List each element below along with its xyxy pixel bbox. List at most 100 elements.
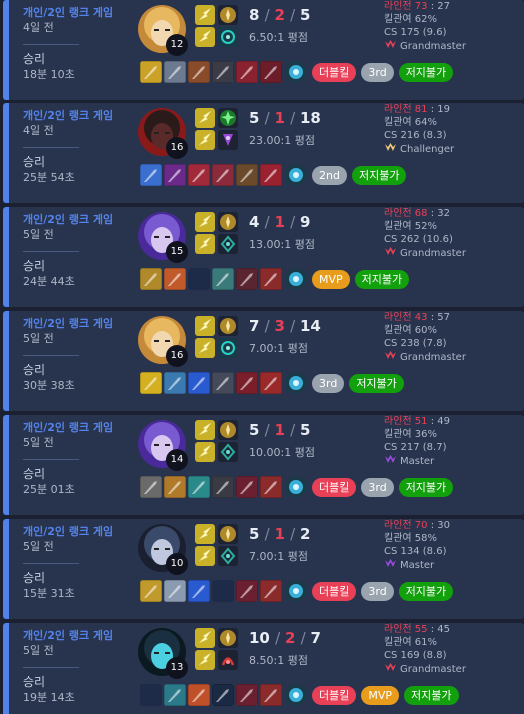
item-slot[interactable]: [260, 61, 282, 83]
average-tier: Master: [384, 558, 450, 573]
match-card[interactable]: 개인/2인 랭크 게임 5일 전 승리 25분 01초 14 5 / 1 / 5…: [3, 415, 524, 515]
item-slot[interactable]: [212, 61, 234, 83]
match-stats: 라인전 73 : 27 킬관여 62% CS 175 (9.6) Grandma…: [384, 0, 466, 54]
flash-spell-icon[interactable]: [195, 5, 215, 25]
ward-icon[interactable]: [285, 61, 307, 83]
primary-rune-icon[interactable]: [218, 108, 238, 128]
item-slot[interactable]: [260, 268, 282, 290]
item-slot[interactable]: [260, 684, 282, 706]
ward-icon[interactable]: [285, 684, 307, 706]
item-slot[interactable]: [212, 164, 234, 186]
item-slot[interactable]: [260, 580, 282, 602]
secondary-rune-icon[interactable]: [218, 546, 238, 566]
secondary-spell-icon[interactable]: [195, 234, 215, 254]
placement-badge: 2nd: [312, 165, 347, 185]
ward-icon[interactable]: [285, 268, 307, 290]
flash-spell-icon[interactable]: [195, 108, 215, 128]
item-slot[interactable]: [140, 372, 162, 394]
item-slot[interactable]: [188, 684, 210, 706]
ward-icon[interactable]: [285, 476, 307, 498]
match-card[interactable]: 개인/2인 랭크 게임 5일 전 승리 30분 38초 16 7 / 3 / 1…: [3, 311, 524, 411]
item-slot[interactable]: [164, 580, 186, 602]
secondary-spell-icon[interactable]: [195, 338, 215, 358]
match-card[interactable]: 개인/2인 랭크 게임 5일 전 승리 19분 14초 13 10 / 2 / …: [3, 623, 524, 714]
average-tier: Grandmaster: [384, 39, 466, 54]
item-slot[interactable]: [188, 580, 210, 602]
item-slot[interactable]: [188, 164, 210, 186]
double-kill-badge: 더블킬: [312, 62, 357, 82]
item-slot[interactable]: [188, 476, 210, 498]
item-slot[interactable]: [212, 372, 234, 394]
ward-icon[interactable]: [285, 164, 307, 186]
item-slot[interactable]: [188, 372, 210, 394]
item-slot[interactable]: [164, 476, 186, 498]
flash-spell-icon[interactable]: [195, 628, 215, 648]
match-card[interactable]: 개인/2인 랭크 게임 4일 전 승리 25분 54초 16 5 / 1 / 1…: [3, 103, 524, 203]
secondary-rune-icon[interactable]: [218, 442, 238, 462]
deaths: 1: [274, 421, 285, 439]
match-card[interactable]: 개인/2인 랭크 게임 4일 전 승리 18분 10초 12 8 / 2 / 5…: [3, 0, 524, 100]
item-slot[interactable]: [188, 268, 210, 290]
ward-icon[interactable]: [285, 372, 307, 394]
primary-rune-icon[interactable]: [218, 524, 238, 544]
item-slot[interactable]: [212, 476, 234, 498]
item-slot[interactable]: [140, 580, 162, 602]
secondary-spell-icon[interactable]: [195, 546, 215, 566]
primary-rune-icon[interactable]: [218, 5, 238, 25]
item-slot[interactable]: [236, 268, 258, 290]
primary-rune-icon[interactable]: [218, 212, 238, 232]
flash-spell-icon[interactable]: [195, 212, 215, 232]
match-result: 승리: [23, 52, 46, 66]
item-slot[interactable]: [260, 372, 282, 394]
item-slot[interactable]: [236, 372, 258, 394]
secondary-rune-icon[interactable]: [218, 234, 238, 254]
item-row: 더블킬 3rd 저지불가: [140, 61, 454, 83]
secondary-spell-icon[interactable]: [195, 130, 215, 150]
item-slot[interactable]: [236, 164, 258, 186]
item-slot[interactable]: [260, 164, 282, 186]
primary-rune-icon[interactable]: [218, 628, 238, 648]
item-slot[interactable]: [260, 476, 282, 498]
lane-score: 라인전 43 : 57: [384, 312, 450, 323]
kills: 4: [249, 213, 260, 231]
match-card[interactable]: 개인/2인 랭크 게임 5일 전 승리 24분 44초 15 4 / 1 / 9…: [3, 207, 524, 307]
secondary-rune-icon[interactable]: [218, 27, 238, 47]
item-slot[interactable]: [164, 684, 186, 706]
tier-icon: [384, 454, 397, 469]
divider: [23, 44, 79, 45]
item-slot[interactable]: [188, 61, 210, 83]
flash-spell-icon[interactable]: [195, 316, 215, 336]
item-slot[interactable]: [212, 684, 234, 706]
secondary-rune-icon[interactable]: [218, 130, 238, 150]
secondary-spell-icon[interactable]: [195, 27, 215, 47]
flash-spell-icon[interactable]: [195, 524, 215, 544]
item-slot[interactable]: [140, 268, 162, 290]
secondary-spell-icon[interactable]: [195, 650, 215, 670]
item-slot[interactable]: [236, 61, 258, 83]
match-card[interactable]: 개인/2인 랭크 게임 5일 전 승리 15분 31초 10 5 / 1 / 2…: [3, 519, 524, 619]
item-slot[interactable]: [236, 476, 258, 498]
item-slot[interactable]: [164, 268, 186, 290]
item-slot[interactable]: [212, 268, 234, 290]
item-slot[interactable]: [212, 580, 234, 602]
item-slot[interactable]: [236, 684, 258, 706]
item-slot[interactable]: [140, 61, 162, 83]
primary-rune-icon[interactable]: [218, 420, 238, 440]
item-slot[interactable]: [140, 476, 162, 498]
ward-icon[interactable]: [285, 580, 307, 602]
item-slot[interactable]: [164, 61, 186, 83]
primary-rune-icon[interactable]: [218, 316, 238, 336]
kda: 5 / 1 / 5: [249, 421, 311, 439]
lane-score: 라인전 51 : 49: [384, 416, 450, 427]
flash-spell-icon[interactable]: [195, 420, 215, 440]
item-slot[interactable]: [140, 684, 162, 706]
item-slot[interactable]: [140, 164, 162, 186]
item-slot[interactable]: [164, 164, 186, 186]
secondary-rune-icon[interactable]: [218, 338, 238, 358]
no-jungle-badge: 저지불가: [351, 165, 407, 185]
assists: 18: [300, 109, 321, 127]
item-slot[interactable]: [164, 372, 186, 394]
item-slot[interactable]: [236, 580, 258, 602]
secondary-spell-icon[interactable]: [195, 442, 215, 462]
secondary-rune-icon[interactable]: [218, 650, 238, 670]
